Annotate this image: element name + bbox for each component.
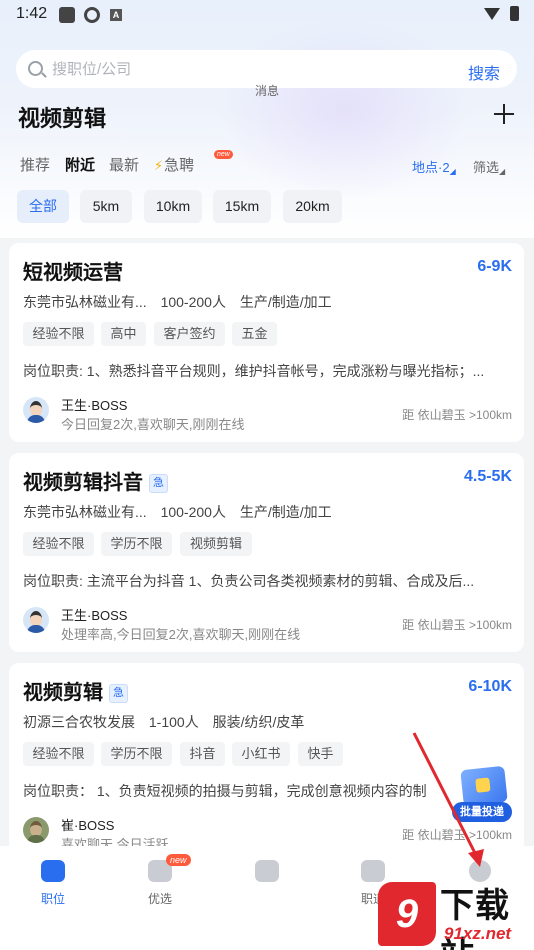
company-size: 1-100人 (148, 714, 199, 730)
dropdown-triangle-icon: ◢ (449, 167, 456, 176)
search-button[interactable]: 搜索 (468, 60, 500, 84)
nav-featured[interactable]: new 优选 (130, 854, 191, 907)
boss-name: 崔·BOSS (61, 818, 115, 833)
chat-icon (255, 860, 279, 882)
chip-15km[interactable]: 15km (213, 190, 271, 223)
sync-icon (84, 7, 100, 23)
company-industry: 服装/纺织/皮革 (212, 714, 305, 730)
job-card[interactable]: 视频剪辑抖音急 4.5-5K 东莞市弘林磁业有... 100-200人 生产/制… (9, 453, 524, 652)
screen-filter-label: 筛选 (473, 160, 500, 175)
red-arrow-annotation (412, 732, 484, 867)
add-icon[interactable] (494, 104, 514, 124)
avatar (23, 607, 49, 633)
company-name: 初源三合农牧发展 (23, 714, 135, 730)
tab-nearby[interactable]: 附近 (65, 154, 95, 175)
salary: 6-10K (468, 678, 512, 695)
urgent-tag: 急 (149, 474, 168, 493)
watermark-logo: 9 (378, 882, 436, 946)
job-title: 短视频运营 (23, 256, 123, 285)
company-info: 东莞市弘林磁业有... 100-200人 生产/制造/加工 (23, 292, 342, 312)
avatar (23, 817, 49, 843)
page-title: 视频剪辑 (18, 106, 107, 131)
tab-urgent[interactable]: ⚡急聘 new (154, 150, 233, 175)
nav-jobs[interactable]: 职位 (23, 860, 83, 907)
job-description: 岗位职责: 主流平台为抖音 1、负责公司各类视频素材的剪辑、合成及后... (23, 573, 475, 589)
new-badge: new (166, 854, 191, 866)
urgent-tag: 急 (109, 684, 128, 703)
chip-5km[interactable]: 5km (80, 190, 132, 223)
status-time: 1:42 (16, 5, 48, 22)
company-industry: 生产/制造/加工 (239, 294, 332, 310)
boss-status: 处理率高,今日回复2次,喜欢聊天,刚刚在线 (61, 627, 301, 642)
company-info: 东莞市弘林磁业有... 100-200人 生产/制造/加工 (23, 502, 342, 522)
dropdown-triangle-icon: ◢ (499, 167, 506, 176)
company-size: 100-200人 (160, 294, 226, 310)
job-description: 岗位职责: 1、熟悉抖音平台规则，维护抖音帐号，完成涨粉与曝光指标；... (23, 363, 485, 379)
job-tag: 小红书 (232, 742, 290, 766)
company-industry: 生产/制造/加工 (239, 504, 332, 520)
boss-name: 王生·BOSS (61, 608, 128, 623)
job-tag: 客户签约 (154, 322, 225, 346)
job-title: 视频剪辑抖音急 (23, 466, 168, 495)
boss-name: 王生·BOSS (61, 398, 128, 413)
arrow-line (412, 732, 480, 860)
nav-messages[interactable] (237, 860, 297, 882)
nav-messages-label: 消息 (254, 84, 279, 98)
job-tag: 经验不限 (23, 322, 94, 346)
company-name: 东莞市弘林磁业有... (23, 294, 147, 310)
briefcase-icon (41, 860, 65, 882)
notification-icon (59, 7, 75, 23)
job-tag: 经验不限 (23, 532, 94, 556)
job-tag: 学历不限 (101, 742, 172, 766)
job-tag: 抖音 (180, 742, 225, 766)
job-tag: 经验不限 (23, 742, 94, 766)
salary: 6-9K (477, 258, 512, 275)
new-badge: new (214, 150, 233, 159)
chip-20km[interactable]: 20km (283, 190, 342, 223)
location-filter[interactable]: 地点·2◢ (412, 157, 456, 176)
distance: 距 依山碧玉 >100km (402, 618, 512, 632)
job-title: 视频剪辑急 (23, 676, 128, 705)
watermark-url: 91xz.net (444, 924, 512, 943)
chip-10km[interactable]: 10km (144, 190, 202, 223)
company-info: 初源三合农牧发展 1-100人 服装/纺织/皮革 (23, 712, 314, 732)
location-filter-label: 地点·2 (412, 160, 450, 175)
tab-recommend[interactable]: 推荐 (20, 154, 50, 175)
arrow-head (468, 849, 484, 867)
wifi-icon (484, 8, 500, 20)
job-title-text: 视频剪辑 (23, 682, 103, 704)
job-tag: 学历不限 (101, 532, 172, 556)
job-card[interactable]: 短视频运营 6-9K 东莞市弘林磁业有... 100-200人 生产/制造/加工… (9, 243, 524, 442)
job-tag: 高中 (101, 322, 146, 346)
salary: 4.5-5K (463, 468, 512, 485)
tab-urgent-label: 急聘 (164, 157, 195, 174)
avatar (23, 397, 49, 423)
distance: 距 依山碧玉 >100km (402, 408, 512, 422)
chip-all[interactable]: 全部 (17, 190, 69, 223)
job-tag: 五金 (232, 322, 277, 346)
battery-icon (510, 6, 519, 21)
lightning-icon: ⚡ (154, 158, 164, 173)
job-tag: 快手 (298, 742, 343, 766)
tab-latest[interactable]: 最新 (109, 154, 139, 175)
company-size: 100-200人 (160, 504, 226, 520)
status-bar: 1:42 A (0, 0, 534, 30)
boss-status: 今日回复2次,喜欢聊天,刚刚在线 (61, 417, 245, 432)
search-icon (28, 61, 43, 76)
a-icon: A (110, 9, 122, 21)
nav-jobs-label: 职位 (40, 892, 65, 906)
job-tag: 视频剪辑 (180, 532, 252, 556)
nav-featured-label: 优选 (147, 892, 172, 906)
watermark: 9 下载站 91xz.net (378, 876, 534, 950)
company-name: 东莞市弘林磁业有... (23, 504, 147, 520)
job-title-text: 短视频运营 (23, 262, 123, 284)
screen-filter[interactable]: 筛选◢ (473, 157, 505, 176)
job-title-text: 视频剪辑抖音 (23, 472, 143, 494)
